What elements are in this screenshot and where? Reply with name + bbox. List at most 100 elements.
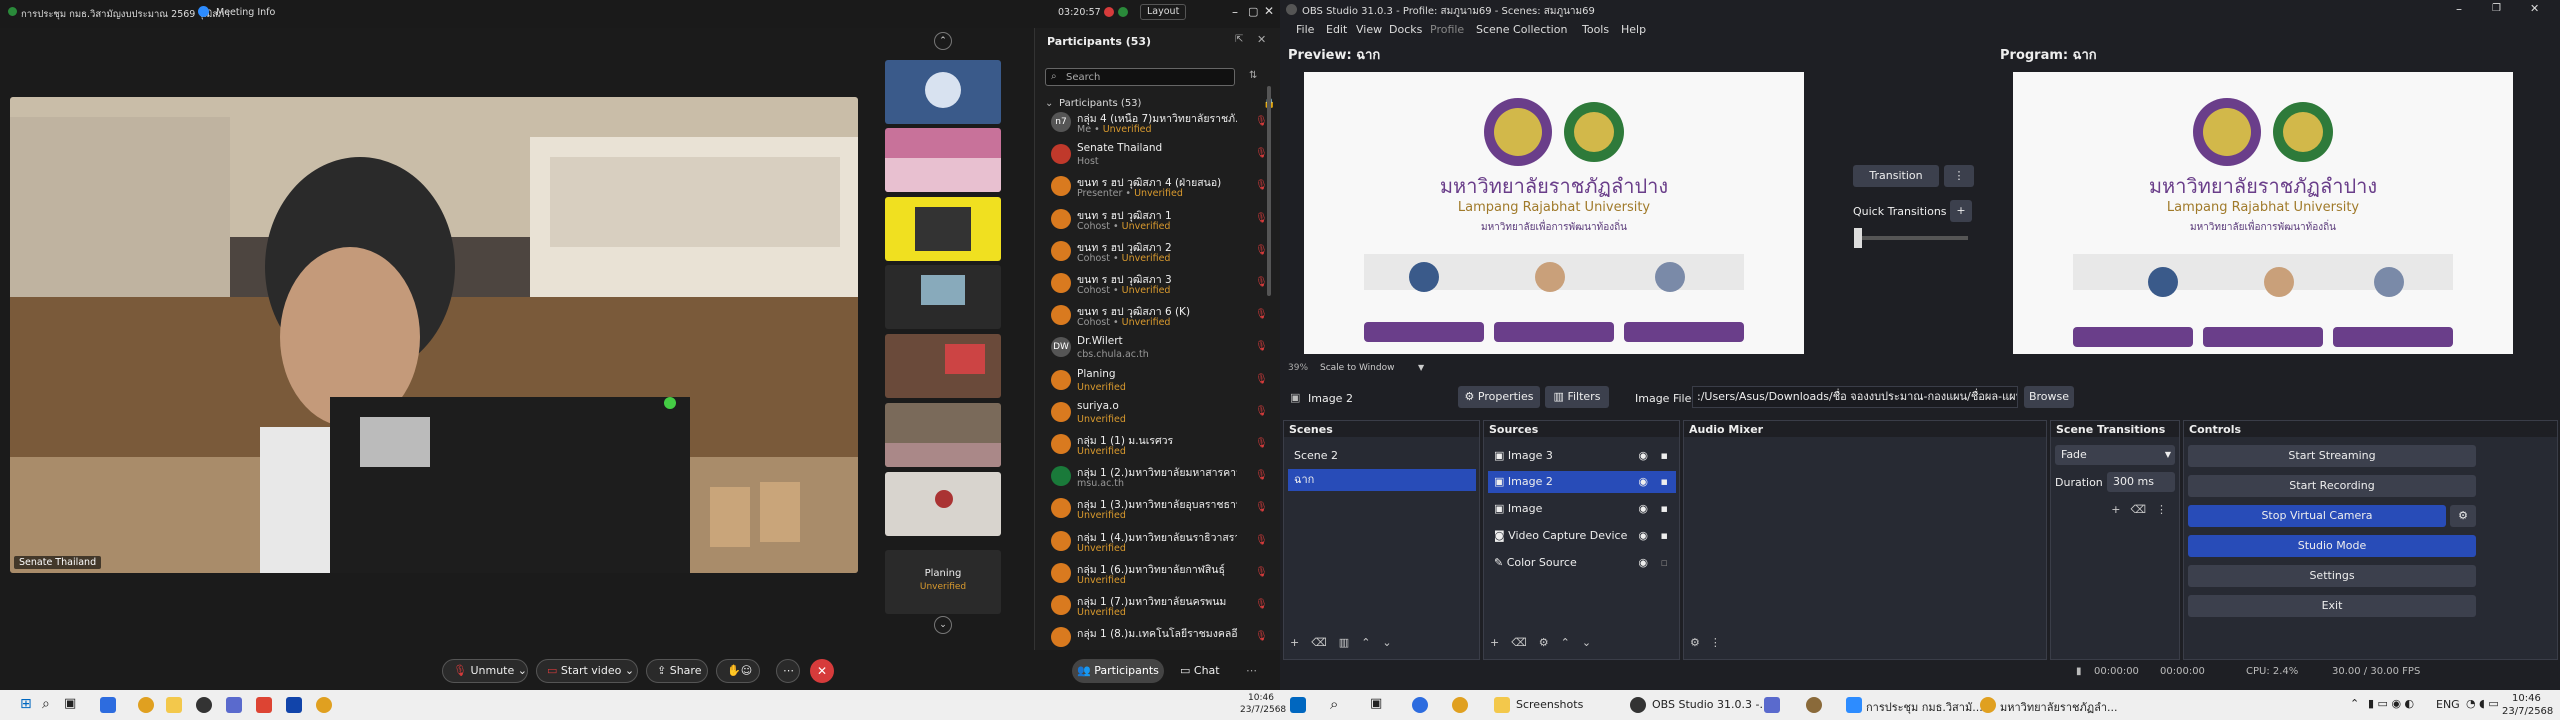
participant-row[interactable]: กลุ่ม 1 (4.)มหาวิทยาลัยนราธิวาสรา... Unve… [1041,527,1277,559]
obs-icon[interactable] [1630,697,1646,713]
info-icon[interactable] [198,6,209,17]
thumbnail-video[interactable] [885,128,1001,192]
source-item[interactable]: ✎ Color Source ◉ ▫ [1488,552,1676,574]
leave-button[interactable]: ✕ [810,659,834,683]
participant-row[interactable]: ขนท ร ฮป วุฒิสภา 3 Cohost • Unverified 🎙 [1041,269,1277,301]
thumbnail-video[interactable] [885,472,1001,536]
menu-docks[interactable]: Docks [1389,23,1422,36]
participant-row[interactable]: ขนท ร ฮป วุฒิสภา 6 (K) Cohost • Unverifie… [1041,301,1277,333]
lock-icon[interactable]: ▪ [1661,498,1668,520]
thumbnail-planing[interactable]: Planing Unverified [885,550,1001,614]
app-icon[interactable] [256,697,272,713]
search-input[interactable]: ⌕ Search [1045,68,1235,86]
image-file-path-input[interactable]: :/Users/Asus/Downloads/ชื่อ จองงบประมาณ-… [1692,386,2018,408]
participant-row[interactable]: Senate Thailand Host 🎙 [1041,140,1277,172]
properties-button[interactable]: ⚙ Properties [1458,386,1540,408]
folder-icon[interactable] [1494,697,1510,713]
maximize-icon[interactable]: ▢ [1248,5,1258,18]
mic-muted-icon[interactable]: 🎙 [1255,535,1268,549]
app-icon[interactable] [1764,697,1780,713]
lock-icon[interactable]: ▪ [1661,445,1668,467]
windows-start-icon[interactable]: ⊞ [20,696,32,712]
mic-muted-icon[interactable]: 🎙 [1255,148,1268,162]
chrome-icon[interactable] [1452,697,1468,713]
add-quick-transition-button[interactable]: + [1950,200,1972,222]
minimize-icon[interactable]: – [1232,5,1238,19]
task-view-icon[interactable]: ▣ [1370,696,1382,711]
mic-muted-icon[interactable]: 🎙 [1255,599,1268,613]
unlock-icon[interactable]: ▫ [1661,552,1668,574]
mic-muted-icon[interactable]: 🎙 [1255,502,1268,516]
lock-icon[interactable]: ▪ [1661,471,1668,493]
participant-row[interactable]: กลุ่ม 1 (1) ม.นเรศวร Unverified 🎙 [1041,430,1277,462]
menu-help[interactable]: Help [1621,23,1646,36]
app-icon[interactable] [1806,697,1822,713]
participant-row[interactable]: ขนท ร ฮป วุฒิสภา 4 (ฝ่ายสนอ) Presenter • … [1041,172,1277,204]
menu-view[interactable]: View [1356,23,1382,36]
up-icon[interactable]: ⌃ [1561,636,1582,649]
app-icon[interactable] [100,697,116,713]
duration-input[interactable]: 300 ms [2107,472,2175,492]
close-panel-icon[interactable]: ✕ [1257,33,1266,46]
menu-profile[interactable]: Profile [1430,23,1464,36]
sources-toolbar[interactable]: +⌫⚙⌃⌄ [1490,636,1603,649]
overflow-icon[interactable]: ⋯ [1246,664,1257,677]
date[interactable]: 23/7/2568 [2502,706,2553,717]
start-streaming-button[interactable]: Start Streaming [2188,445,2476,467]
thumbnail-video[interactable] [885,265,1001,329]
participant-row[interactable]: กลุ่ม 1 (3.)มหาวิทยาลัยอุบลราชธานี Unveri… [1041,494,1277,526]
plus-icon[interactable]: + [1490,636,1511,649]
scene-item-selected[interactable]: ฉาก [1288,469,1476,491]
transition-menu-button[interactable]: ⋮ [1944,165,1974,187]
down-icon[interactable]: ⌄ [1582,636,1603,649]
transition-button[interactable]: Transition [1853,165,1939,187]
share-button[interactable]: ⇪ Share [646,659,708,683]
kebab-icon[interactable]: ⋮ [1710,636,1731,649]
participant-row[interactable]: suriya.o Unverified 🎙 [1041,398,1277,430]
scroll-down-icon[interactable]: ⌄ [934,616,952,634]
preview-canvas[interactable]: มหาวิทยาลัยราชภัฏลำปาง Lampang Rajabhat … [1304,72,1804,354]
mic-muted-icon[interactable]: 🎙 [1255,309,1268,323]
mic-muted-icon[interactable]: 🎙 [1255,245,1268,259]
mic-muted-icon[interactable]: 🎙 [1255,341,1268,355]
kebab-icon[interactable]: ⋮ [2156,503,2177,516]
folder-icon[interactable] [166,697,182,713]
scale-dropdown-icon[interactable]: ▼ [1418,363,1424,372]
source-item[interactable]: ◙ Video Capture Device ◉ ▪ [1488,525,1676,547]
participant-row[interactable]: ขนท ร ฮป วุฒิสภา 1 Cohost • Unverified 🎙 [1041,205,1277,237]
mixer-toolbar[interactable]: ⚙⋮ [1690,636,1731,649]
participant-row[interactable]: DW Dr.Wilert cbs.chula.ac.th 🎙 [1041,333,1277,365]
menu-scene-collection[interactable]: Scene Collection [1476,23,1567,36]
mic-muted-icon[interactable]: 🎙 [1255,180,1268,194]
mic-muted-icon[interactable]: 🎙 [1255,438,1268,452]
chrome-icon[interactable] [316,697,332,713]
gear-icon[interactable]: ⚙ [1690,636,1710,649]
tray-chevron-icon[interactable]: ⌃ [2350,697,2359,710]
task-view-icon[interactable]: ▣ [64,696,76,711]
source-item-selected[interactable]: ▣ Image 2 ◉ ▪ [1488,471,1676,493]
participant-row[interactable]: กลุ่ม 1 (2.)มหาวิทยาลัยมหาสารคาม msu.ac.t… [1041,462,1277,494]
eye-icon[interactable]: ◉ [1638,498,1648,520]
screenshots-app-label[interactable]: Screenshots [1516,698,1583,711]
transition-slider[interactable] [1858,236,1968,240]
mic-muted-icon[interactable]: 🎙 [1255,213,1268,227]
chrome-icon[interactable] [138,697,154,713]
mic-muted-icon[interactable]: 🎙 [1255,631,1268,645]
stop-virtual-camera-button[interactable]: Stop Virtual Camera [2188,505,2446,527]
participant-row[interactable]: ขนท ร ฮป วุฒิสภา 2 Cohost • Unverified 🎙 [1041,237,1277,269]
scale-select[interactable]: Scale to Window [1320,363,1394,373]
plus-icon[interactable]: + [2111,503,2130,516]
participant-row[interactable]: กลุ่ม 1 (6.)มหาวิทยาลัยกาฬสินธุ์ Unverifi… [1041,559,1277,591]
tray-icons[interactable]: ▮ ▭ ◉ ◐ [2368,697,2414,710]
browse-button[interactable]: Browse [2024,386,2074,408]
scroll-up-icon[interactable]: ⌃ [934,32,952,50]
participants-button[interactable]: 👥 Participants [1072,659,1164,683]
thumbnail-video[interactable] [885,197,1001,261]
trash-icon[interactable]: ⌫ [2130,503,2156,516]
filters-button[interactable]: ▥ Filters [1545,386,1609,408]
transition-type-select[interactable]: Fade ▼ [2055,445,2175,465]
search-icon[interactable]: ⌕ [1330,695,1338,713]
source-item[interactable]: ▣ Image ◉ ▪ [1488,498,1676,520]
close-icon[interactable]: ✕ [1264,4,1274,18]
studio-mode-button[interactable]: Studio Mode [2188,535,2476,557]
